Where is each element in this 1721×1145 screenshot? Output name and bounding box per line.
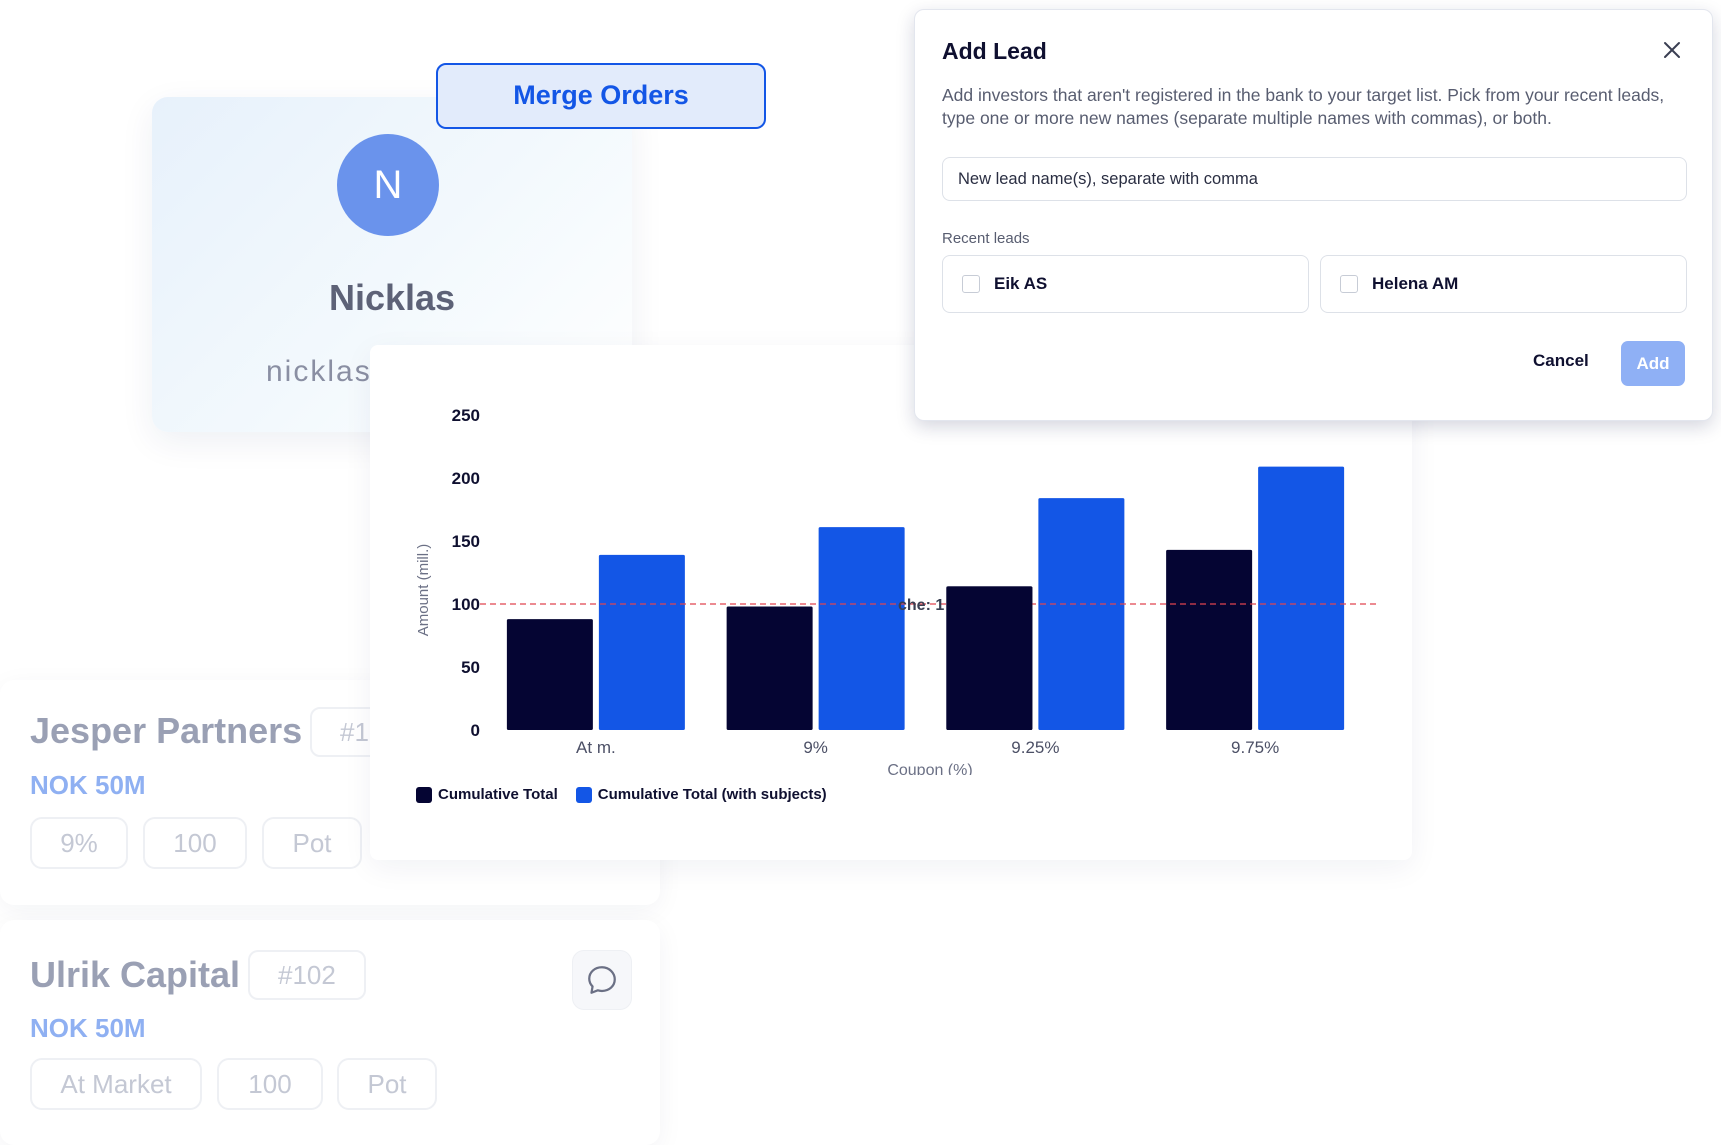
order-amount: NOK 50M — [30, 770, 146, 800]
profile-username: nicklas — [266, 355, 372, 388]
order-name: Ulrik Capital — [30, 954, 241, 995]
order-chip-size: 100 — [217, 1058, 323, 1110]
chart-bar — [726, 606, 813, 730]
order-chip-size: 100 — [143, 817, 247, 869]
recent-lead-option[interactable]: Eik AS — [942, 255, 1309, 313]
legend-swatch — [575, 786, 592, 803]
x-tick-label: 9.25% — [1011, 738, 1059, 757]
y-tick-label: 200 — [452, 469, 480, 488]
order-chip-coupon: At Market — [30, 1058, 202, 1110]
order-chip-type: Pot — [337, 1058, 437, 1110]
add-lead-dialog: Add Lead Add investors that aren't regis… — [914, 9, 1713, 421]
y-tick-label: 100 — [452, 595, 480, 614]
x-tick-label: 9% — [803, 738, 828, 757]
chart-bar — [1258, 466, 1345, 730]
comment-button[interactable] — [572, 950, 632, 1010]
order-chip-coupon: 9% — [30, 817, 128, 869]
close-button[interactable] — [1656, 34, 1688, 66]
lead-option-label: Helena AM — [1372, 274, 1459, 293]
x-tick-label: At m. — [576, 738, 616, 757]
lead-checkbox[interactable] — [962, 275, 980, 293]
y-tick-label: 50 — [461, 658, 480, 677]
chart-bar — [818, 527, 905, 730]
add-button[interactable]: Add — [1621, 341, 1685, 386]
recent-leads-label: Recent leads — [942, 230, 1030, 247]
lead-option-label: Eik AS — [994, 274, 1048, 293]
y-tick-label: 0 — [471, 721, 480, 740]
merge-orders-button[interactable]: Merge Orders — [436, 63, 766, 129]
x-tick-label: 9.75% — [1231, 738, 1279, 757]
lead-checkbox[interactable] — [1340, 275, 1358, 293]
y-tick-label: 150 — [452, 532, 480, 551]
chart-bar — [946, 586, 1033, 730]
chart-bar — [1166, 549, 1253, 730]
dialog-description: Add investors that aren't registered in … — [942, 85, 1665, 128]
y-tick-label: 250 — [452, 406, 480, 425]
close-icon — [1664, 42, 1680, 58]
legend-item: Cumulative Total — [416, 786, 558, 803]
chart-legend: Cumulative Total Cumulative Total (with … — [416, 786, 827, 803]
y-axis-label: Amount (mill.) — [415, 544, 432, 637]
legend-swatch — [416, 786, 432, 803]
legend-label: Cumulative Total — [438, 786, 558, 803]
order-chip-type: Pot — [262, 817, 362, 869]
order-id-badge: #102 — [248, 950, 366, 1000]
reference-line-label: che: 1 — [898, 597, 944, 614]
dialog-title: Add Lead — [942, 38, 1047, 64]
order-name: Jesper Partners — [30, 710, 303, 751]
legend-item: Cumulative Total (with subjects) — [575, 786, 827, 803]
profile-name: Nicklas — [328, 277, 456, 318]
order-amount: NOK 50M — [30, 1013, 146, 1043]
avatar: N — [337, 134, 439, 236]
chart-panel: 0 50 100 150 200 250 Amount (mill.) At m. 9% 9.25… — [370, 345, 1412, 860]
chart-bar — [598, 554, 685, 730]
chat-bubble-icon — [588, 966, 616, 994]
x-axis-label: Coupon (%) — [887, 762, 972, 775]
chart-bar — [506, 619, 593, 730]
new-lead-input[interactable] — [942, 157, 1687, 201]
order-card: Ulrik Capital #102 NOK 50M At Market 100… — [0, 920, 660, 1145]
recent-lead-option[interactable]: Helena AM — [1320, 255, 1687, 313]
chart-bar — [1038, 498, 1125, 730]
legend-label: Cumulative Total (with subjects) — [597, 786, 827, 803]
cancel-button[interactable]: Cancel — [1533, 351, 1589, 371]
